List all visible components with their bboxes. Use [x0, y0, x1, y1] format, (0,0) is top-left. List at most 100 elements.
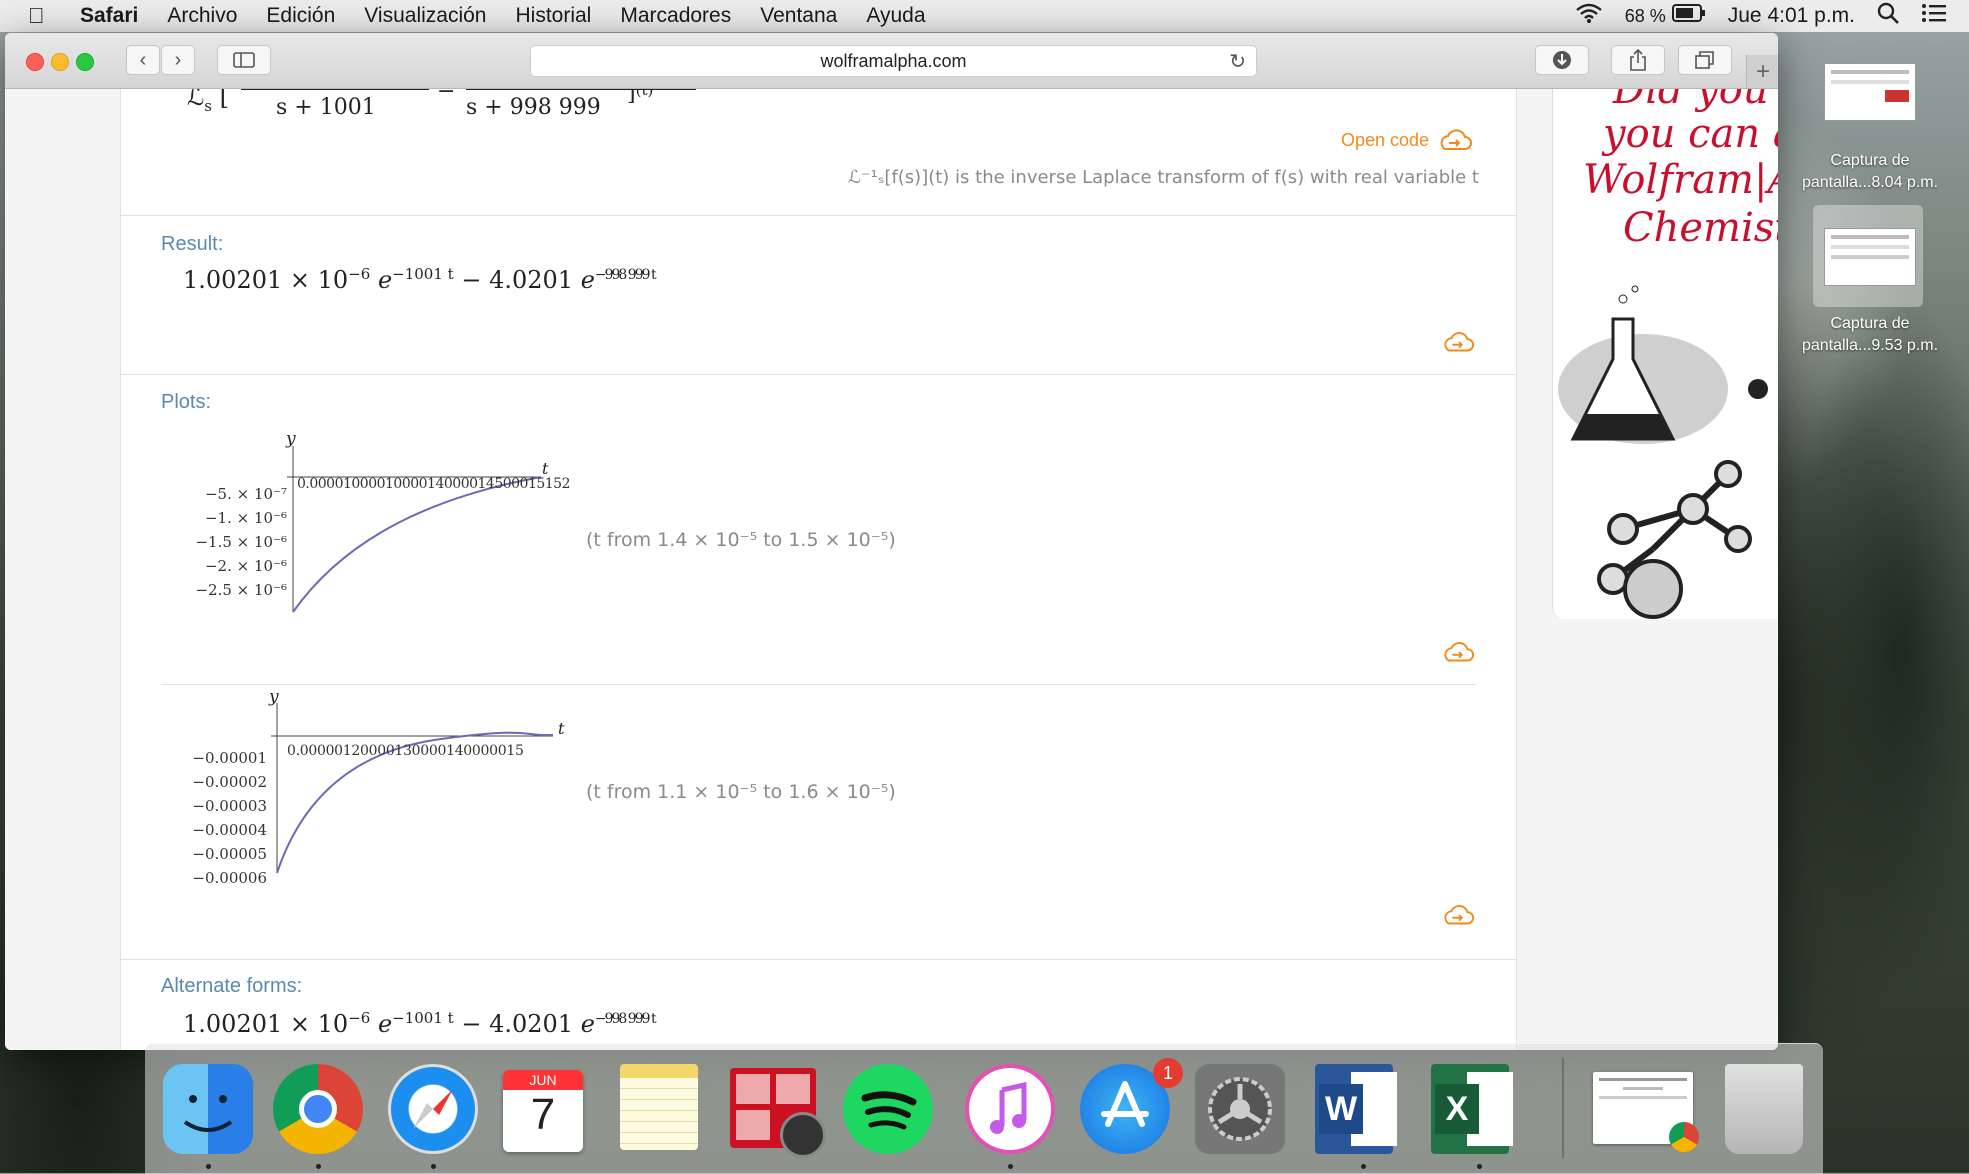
- result-expression: 1.00201 × 10−6 e−1001 t − 4.0201 e−998 9…: [183, 265, 657, 294]
- toolbar: ‹ › wolframalpha.com ↻ +: [5, 33, 1778, 89]
- results-panel: ℒs [ s + 1001 − s + 998 999 ](t) Open co…: [120, 89, 1517, 1050]
- chemistry-illustration: [1558, 285, 1768, 619]
- inverse-laplace-note: ℒ⁻¹ₛ[f(s)](t) is the inverse Laplace tra…: [848, 167, 1479, 188]
- menu-bar:  Safari Archivo Edición Visualización H…: [0, 0, 1969, 32]
- menu-visualizacion[interactable]: Visualización: [364, 4, 486, 28]
- plot-1-chart: [287, 446, 542, 613]
- plots-title: Plots:: [161, 391, 212, 413]
- address-bar[interactable]: wolframalpha.com ↻: [530, 45, 1257, 77]
- menu-marcadores[interactable]: Marcadores: [620, 4, 731, 28]
- clock[interactable]: Jue 4:01 p.m.: [1728, 4, 1855, 28]
- reload-icon[interactable]: ↻: [1229, 49, 1246, 74]
- open-code-link[interactable]: Open code: [1341, 129, 1473, 151]
- share-icon: [1630, 49, 1646, 71]
- safari-window: ‹ › wolframalpha.com ↻ + ℒs [ s + 1001 −…: [5, 33, 1778, 1050]
- screenshot-label: Captura de pantalla...9.53 p.m.: [1801, 315, 1939, 354]
- spotlight-search-icon[interactable]: [1877, 2, 1899, 30]
- input-tail: ](t): [627, 89, 654, 106]
- forward-button[interactable]: ›: [161, 45, 195, 75]
- itunes-icon[interactable]: [965, 1064, 1055, 1154]
- document-icon[interactable]: [1593, 1072, 1699, 1152]
- menu-ayuda[interactable]: Ayuda: [866, 4, 925, 28]
- trash-icon[interactable]: [1725, 1064, 1803, 1154]
- divider: [161, 684, 1476, 685]
- menu-ventana[interactable]: Ventana: [760, 4, 837, 28]
- minus-sign: −: [437, 89, 456, 104]
- running-indicator: [1477, 1164, 1482, 1169]
- system-preferences-icon[interactable]: [1195, 1064, 1285, 1154]
- new-tab-button[interactable]: +: [1746, 55, 1778, 88]
- ad-line: Wolfram|Alp: [1583, 157, 1778, 203]
- running-indicator: [431, 1164, 436, 1169]
- plot-2-chart: [271, 703, 554, 874]
- plot-y-tick: −2.5 × 10⁻⁶: [195, 581, 287, 599]
- chemistry-ad[interactable]: Did you k you can als Wolfram|Alp Chemis…: [1552, 89, 1778, 619]
- ad-line: Chemistry: [1623, 205, 1778, 251]
- tabs-overview-button[interactable]: [1678, 45, 1732, 75]
- running-indicator: [316, 1164, 321, 1169]
- alternate-expression: 1.00201 × 10−6 e−1001 t − 4.0201 e−998 9…: [183, 1009, 657, 1038]
- plot-y-tick: −2. × 10⁻⁶: [204, 557, 287, 575]
- denominator-2: s + 998 999: [466, 95, 601, 120]
- zoom-button[interactable]: [76, 53, 94, 71]
- screenshot-label: Captura de pantalla...8.04 p.m.: [1801, 152, 1939, 191]
- download-icon: [1553, 51, 1571, 69]
- back-button[interactable]: ‹: [126, 45, 160, 75]
- sidebar-button[interactable]: [217, 45, 271, 75]
- open-code-label: Open code: [1341, 129, 1430, 150]
- downloads-button[interactable]: [1535, 45, 1589, 75]
- menu-historial[interactable]: Historial: [515, 4, 591, 28]
- chevron-left-icon: ‹: [139, 48, 147, 71]
- plot-y-tick: −0.00004: [192, 821, 267, 839]
- cloud-arrow-icon[interactable]: [1441, 641, 1475, 663]
- calendar-icon[interactable]: JUN 7: [503, 1070, 583, 1152]
- divider: [121, 374, 1516, 375]
- page-content: ℒs [ s + 1001 − s + 998 999 ](t) Open co…: [5, 89, 1778, 1050]
- screenshot-thumbnail: [1824, 63, 1916, 121]
- plot-range-label: (t from 1.4 × 10⁻⁵ to 1.5 × 10⁻⁵): [586, 529, 896, 551]
- cloud-arrow-icon: [1440, 129, 1473, 150]
- divider: [121, 215, 1516, 216]
- ad-line: Did you k: [1613, 89, 1778, 113]
- notification-center-icon[interactable]: [1921, 3, 1947, 29]
- word-icon[interactable]: W: [1315, 1064, 1397, 1154]
- cloud-arrow-icon[interactable]: [1441, 904, 1475, 926]
- fraction-bar: [241, 89, 429, 90]
- word-letter: W: [1319, 1084, 1363, 1134]
- tabs-icon: [1695, 51, 1714, 69]
- running-indicator: [206, 1164, 211, 1169]
- wifi-icon[interactable]: [1575, 3, 1603, 29]
- plot-y-tick: −1.5 × 10⁻⁶: [195, 533, 287, 551]
- plot-x-ticks: 0.0000100001000014000014500015152: [297, 476, 570, 492]
- alternate-forms-title: Alternate forms:: [161, 975, 303, 997]
- spotify-icon[interactable]: [843, 1064, 933, 1154]
- calendar-day: 7: [530, 1090, 556, 1139]
- fraction-bar: [466, 89, 696, 90]
- app-store-badge: 1: [1153, 1058, 1183, 1088]
- minimize-button[interactable]: [51, 53, 69, 71]
- menu-archivo[interactable]: Archivo: [167, 4, 237, 28]
- dock-divider: [1562, 1058, 1564, 1158]
- menu-edicion[interactable]: Edición: [266, 4, 335, 28]
- sidebar-icon: [233, 52, 255, 68]
- plot-y-tick: −1. × 10⁻⁶: [204, 509, 287, 527]
- menu-app-name[interactable]: Safari: [80, 4, 138, 28]
- dock: JUN 7 1 W X: [145, 1043, 1823, 1174]
- cloud-arrow-icon[interactable]: [1441, 331, 1475, 353]
- excel-icon[interactable]: X: [1431, 1064, 1513, 1154]
- chrome-icon[interactable]: [273, 1064, 363, 1154]
- chevron-right-icon: ›: [174, 48, 182, 71]
- notes-icon[interactable]: [620, 1064, 698, 1150]
- plot-y-tick: −0.00003: [192, 797, 267, 815]
- share-button[interactable]: [1611, 45, 1665, 75]
- photo-booth-icon[interactable]: [730, 1068, 826, 1158]
- battery-icon[interactable]: [1671, 4, 1706, 28]
- finder-icon[interactable]: [163, 1064, 253, 1154]
- safari-icon[interactable]: [388, 1064, 478, 1154]
- screenshot-thumbnail: [1824, 228, 1916, 286]
- close-button[interactable]: [26, 53, 44, 71]
- plot-y-tick: −5. × 10⁻⁷: [204, 485, 287, 503]
- plot-range-label: (t from 1.1 × 10⁻⁵ to 1.6 × 10⁻⁵): [586, 781, 896, 803]
- apple-icon[interactable]: : [28, 3, 62, 29]
- running-indicator: [1008, 1164, 1013, 1169]
